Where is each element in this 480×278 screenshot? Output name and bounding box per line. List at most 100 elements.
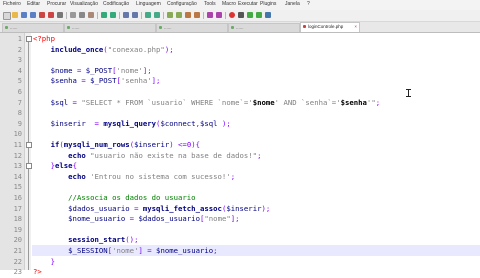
open-folder-icon[interactable] bbox=[12, 12, 18, 18]
menu-item-4[interactable]: Codificação bbox=[103, 1, 129, 8]
indent-guide-icon[interactable] bbox=[194, 12, 200, 18]
line-number: 23 bbox=[13, 268, 22, 277]
menu-item-6[interactable]: Configuração bbox=[167, 1, 197, 8]
tab-bar: ...... ...... ...... ...... loginControl… bbox=[0, 22, 480, 33]
toolbar-separator bbox=[203, 12, 204, 19]
save-macro-icon[interactable] bbox=[265, 12, 271, 18]
redo-icon[interactable] bbox=[110, 12, 116, 18]
code-editor[interactable]: <?php include_once("conexao.php"); $nome… bbox=[0, 33, 480, 276]
line-number: 20 bbox=[13, 236, 22, 245]
word-wrap-icon[interactable] bbox=[176, 12, 182, 18]
code-line[interactable]: $nome_usuario = $dados_usuario["nome"]; bbox=[33, 214, 239, 225]
code-token: $nome bbox=[50, 65, 73, 75]
undo-icon[interactable] bbox=[101, 12, 107, 18]
code-token: $dados_usuario bbox=[138, 214, 200, 224]
menu-item-9[interactable]: Executar bbox=[238, 1, 258, 8]
new-file-icon[interactable] bbox=[3, 12, 11, 20]
record-macro-icon[interactable] bbox=[229, 12, 235, 18]
close-icon[interactable] bbox=[39, 12, 45, 18]
save-icon[interactable] bbox=[21, 12, 27, 18]
document-map-icon[interactable] bbox=[207, 12, 213, 18]
sync-scroll-icon[interactable] bbox=[167, 12, 173, 18]
save-all-icon[interactable] bbox=[30, 12, 36, 18]
code-token: 'Entrou no sistema com sucesso!' bbox=[90, 171, 231, 181]
line-number: 22 bbox=[13, 257, 22, 266]
code-line[interactable]: echo 'Entrou no sistema com sucesso!'; bbox=[33, 172, 235, 183]
code-line[interactable]: $senha = $_POST['senha']; bbox=[33, 76, 161, 87]
code-token: mysqli_fetch_assoc bbox=[142, 203, 222, 213]
code-line[interactable]: //Associa os dados do usuario bbox=[33, 193, 195, 204]
code-line[interactable]: include_once("conexao.php"); bbox=[33, 45, 174, 56]
tab-file-2[interactable]: ...... bbox=[64, 23, 156, 32]
code-line[interactable]: session_start(); bbox=[33, 235, 138, 246]
tab-file-4[interactable]: ...... bbox=[228, 23, 300, 32]
code-token: ) <=0){ bbox=[169, 140, 201, 149]
code-token: $nome bbox=[252, 97, 275, 107]
line-number: 8 bbox=[17, 109, 22, 118]
code-line[interactable]: $_SESSION['nome'] = $nome_usuario; bbox=[33, 246, 217, 257]
code-token: $_POST bbox=[90, 76, 117, 86]
stop-macro-icon[interactable] bbox=[238, 12, 244, 18]
run-macro-multiple-icon[interactable] bbox=[256, 12, 262, 18]
line-number: 4 bbox=[17, 66, 22, 75]
code-token: echo bbox=[68, 171, 86, 181]
code-token: "SELECT * FROM `usuario` WHERE `nome`=' bbox=[81, 97, 253, 107]
replace-icon[interactable] bbox=[132, 12, 138, 18]
code-line[interactable]: $inserir = mysqli_query($connect,$sql ); bbox=[33, 119, 231, 130]
toolbar-separator bbox=[141, 12, 142, 19]
menu-item-11[interactable]: Janela bbox=[285, 1, 300, 8]
code-line[interactable]: }else{ bbox=[33, 161, 77, 172]
code-token: $sql bbox=[200, 118, 218, 128]
code-token: mysqli_query bbox=[103, 118, 157, 128]
code-token: = bbox=[76, 76, 91, 86]
zoom-in-icon[interactable] bbox=[145, 12, 151, 18]
code-token: ?> bbox=[33, 267, 42, 277]
code-line[interactable]: $dados_usuario = mysqli_fetch_assoc($ins… bbox=[33, 204, 270, 215]
paste-icon[interactable] bbox=[88, 12, 94, 18]
fold-toggle-icon[interactable] bbox=[26, 163, 32, 169]
tab-loginControle[interactable]: loginControle.php × bbox=[300, 22, 360, 32]
code-line[interactable]: } bbox=[33, 257, 55, 268]
cut-icon[interactable] bbox=[70, 12, 76, 18]
code-line[interactable]: $sql = "SELECT * FROM `usuario` WHERE `n… bbox=[33, 97, 381, 109]
print-icon[interactable] bbox=[57, 12, 63, 18]
code-line[interactable]: $nome = $_POST['nome']; bbox=[33, 66, 152, 77]
menu-item-3[interactable]: Visualização bbox=[70, 1, 98, 8]
menu-item-2[interactable]: Procurar bbox=[47, 1, 66, 8]
menu-item-12[interactable]: ? bbox=[307, 1, 310, 8]
function-list-icon[interactable] bbox=[216, 12, 222, 18]
code-line[interactable]: if(mysqli_num_rows($inserir) <=0){ bbox=[33, 140, 200, 151]
menu-item-5[interactable]: Linguagem bbox=[136, 1, 161, 8]
tab-file-1[interactable]: ...... bbox=[2, 23, 64, 32]
menu-item-8[interactable]: Macro bbox=[222, 1, 236, 8]
menu-item-0[interactable]: Ficheiro bbox=[3, 1, 21, 8]
code-line[interactable]: <?php bbox=[33, 34, 55, 45]
code-token: session_start bbox=[68, 235, 126, 245]
close-all-icon[interactable] bbox=[48, 12, 54, 18]
play-macro-icon[interactable] bbox=[247, 12, 253, 18]
tab-label: ...... bbox=[236, 25, 244, 30]
code-token: "nome" bbox=[204, 214, 231, 224]
toolbar-separator bbox=[66, 12, 67, 19]
code-token: "conexao.php" bbox=[107, 44, 165, 54]
code-token: 'nome' bbox=[116, 65, 143, 75]
zoom-out-icon[interactable] bbox=[154, 12, 160, 18]
copy-icon[interactable] bbox=[79, 12, 85, 18]
fold-toggle-icon[interactable] bbox=[26, 36, 32, 42]
fold-toggle-icon[interactable] bbox=[26, 142, 32, 148]
find-icon[interactable] bbox=[123, 12, 129, 18]
show-all-chars-icon[interactable] bbox=[185, 12, 191, 18]
line-number: 12 bbox=[13, 151, 22, 160]
line-number: 7 bbox=[17, 98, 22, 107]
tab-close-icon[interactable]: × bbox=[354, 24, 357, 30]
menu-item-1[interactable]: Editar bbox=[27, 1, 40, 8]
menu-item-10[interactable]: Plugins bbox=[260, 1, 276, 8]
menu-item-7[interactable]: Tools bbox=[204, 1, 216, 8]
code-line[interactable]: ?> bbox=[33, 267, 42, 278]
tab-file-3[interactable]: ...... bbox=[156, 23, 228, 32]
line-number: 3 bbox=[17, 56, 22, 65]
code-line[interactable]: echo "usuario não existe na base de dado… bbox=[33, 151, 261, 162]
